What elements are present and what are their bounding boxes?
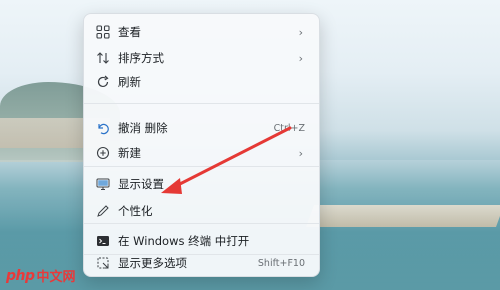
menu-item-undo-delete[interactable]: 撤消 删除 Ctrl+Z xyxy=(88,116,315,140)
watermark-text: 中文网 xyxy=(36,270,76,285)
menu-item-new[interactable]: 新建 › xyxy=(88,141,315,165)
plus-circle-icon xyxy=(95,145,111,161)
menu-item-label: 显示设置 xyxy=(118,177,164,191)
menu-item-label: 在 Windows 终端 中打开 xyxy=(118,234,250,248)
menu-item-label: 显示更多选项 xyxy=(118,256,187,270)
menu-item-refresh[interactable]: 刷新 xyxy=(88,70,315,94)
refresh-icon xyxy=(95,74,111,90)
menu-item-label: 刷新 xyxy=(118,75,141,89)
menu-separator xyxy=(84,166,319,167)
menu-item-shortcut: Ctrl+Z xyxy=(273,122,305,134)
menu-item-open-in-terminal[interactable]: 在 Windows 终端 中打开 xyxy=(88,229,315,253)
grid-icon xyxy=(95,24,111,40)
menu-item-label: 个性化 xyxy=(118,204,153,218)
pen-icon xyxy=(95,203,111,219)
menu-item-label: 撤消 删除 xyxy=(118,121,168,135)
menu-item-personalize[interactable]: 个性化 xyxy=(88,199,315,223)
menu-item-display-settings[interactable]: 显示设置 xyxy=(88,172,315,196)
menu-item-label: 查看 xyxy=(118,25,141,39)
more-options-icon xyxy=(95,255,111,271)
chevron-right-icon: › xyxy=(298,146,303,160)
menu-item-sort-by[interactable]: 排序方式 › xyxy=(88,46,315,70)
sort-icon xyxy=(95,50,111,66)
menu-separator xyxy=(84,223,319,224)
menu-item-label: 新建 xyxy=(118,146,141,160)
desktop-context-menu: 查看 › 排序方式 › 刷新 撤消 删除 Ctrl+Z 新建 › 显示设置 个性… xyxy=(83,13,320,277)
undo-icon xyxy=(95,120,111,136)
menu-separator xyxy=(84,103,319,104)
chevron-right-icon: › xyxy=(298,25,303,39)
menu-item-label: 排序方式 xyxy=(118,51,164,65)
chevron-right-icon: › xyxy=(298,51,303,65)
menu-item-view[interactable]: 查看 › xyxy=(88,20,315,44)
background-shore-right xyxy=(305,205,500,227)
menu-item-show-more-options[interactable]: 显示更多选项 Shift+F10 xyxy=(88,251,315,275)
site-watermark: php 中文网 xyxy=(6,266,76,286)
watermark-logo: php xyxy=(6,267,35,284)
menu-item-shortcut: Shift+F10 xyxy=(257,257,305,269)
display-icon xyxy=(95,176,111,192)
terminal-icon xyxy=(95,233,111,249)
